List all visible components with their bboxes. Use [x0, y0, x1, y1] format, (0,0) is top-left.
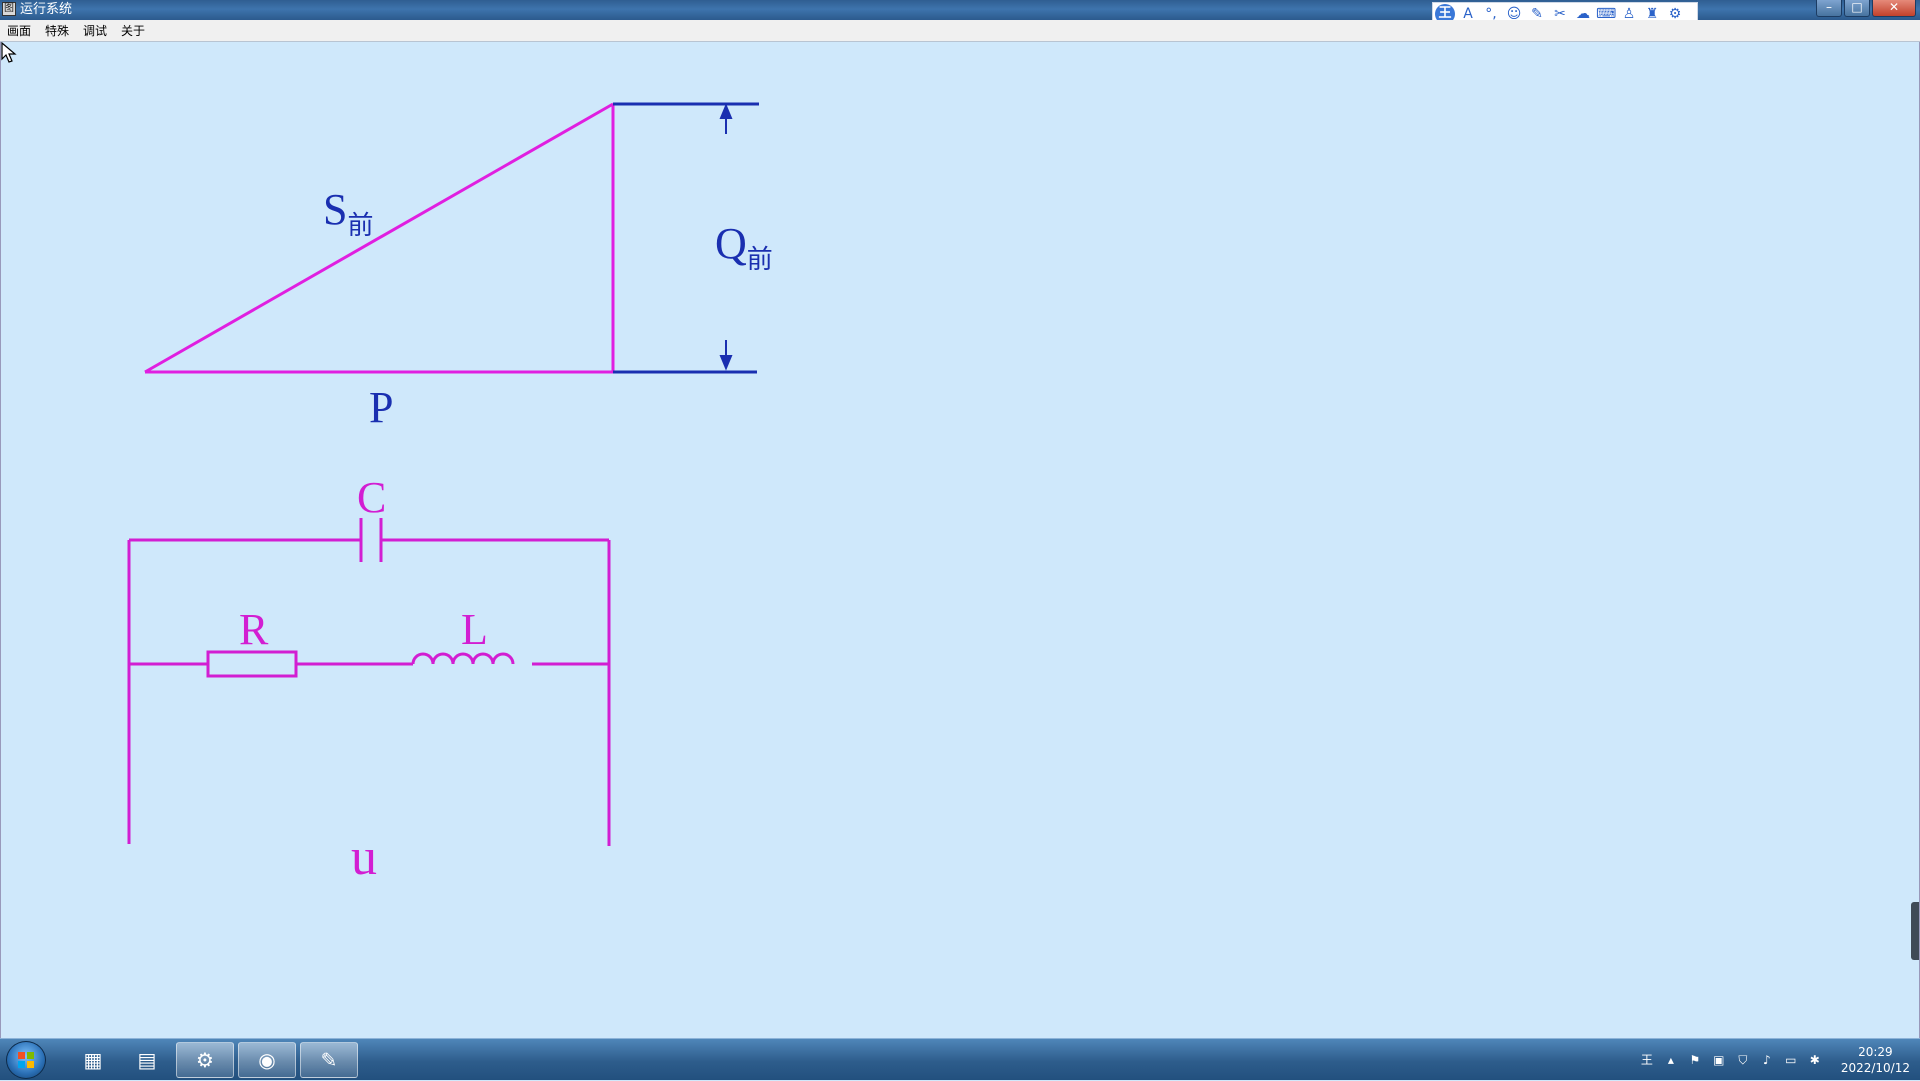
network-icon[interactable]: ▭ — [1783, 1052, 1799, 1068]
volume-icon[interactable]: ♪ — [1759, 1052, 1775, 1068]
start-button[interactable] — [6, 1041, 46, 1079]
label-q: Q — [715, 219, 747, 268]
menu-item-debug[interactable]: 调试 — [76, 21, 114, 41]
label-q-sub: 前 — [746, 245, 773, 275]
power-triangle — [144, 102, 759, 374]
label-c: C — [357, 473, 387, 522]
clock[interactable]: 20:29 2022/10/12 — [1841, 1044, 1910, 1076]
label-s-front: S前 — [323, 185, 374, 240]
clock-time: 20:29 — [1858, 1045, 1893, 1059]
label-r: R — [239, 605, 269, 654]
menu-item-screen[interactable]: 画面 — [0, 21, 38, 41]
label-u: u — [351, 829, 377, 886]
diagram-svg — [127, 102, 759, 846]
app-grid-icon[interactable]: ▦ — [64, 1042, 122, 1078]
label-p: P — [369, 383, 394, 432]
monitor-icon[interactable]: ▣ — [1711, 1052, 1727, 1068]
system-tray: 王 ▴ ⚑ ▣ ⛉ ♪ ▭ ✱ 20:29 2022/10/12 — [1639, 1039, 1910, 1081]
minimize-button[interactable]: – — [1816, 0, 1842, 17]
rlc-circuit — [127, 518, 611, 846]
arrow-down-head — [719, 355, 733, 371]
inductor-coil — [411, 652, 515, 665]
mouse-cursor-icon — [1, 42, 17, 63]
shield-icon[interactable]: ⛉ — [1735, 1052, 1751, 1068]
tray-expand-icon[interactable]: ▴ — [1663, 1052, 1679, 1068]
window-title: 运行系统 — [20, 2, 73, 17]
flag-icon[interactable]: ⚑ — [1687, 1052, 1703, 1068]
config-icon[interactable]: ⚙ — [176, 1042, 234, 1078]
label-l: L — [461, 605, 488, 654]
clock-date: 2022/10/12 — [1840, 1061, 1910, 1075]
close-button[interactable]: ✕ — [1872, 0, 1916, 17]
report-icon[interactable]: ▤ — [118, 1042, 176, 1078]
taskbar: ▦ ▤ ⚙ ◉ ✎ 王 ▴ ⚑ ▣ ⛉ ♪ ▭ ✱ 20:29 2022/10/… — [0, 1038, 1920, 1080]
menu-item-special[interactable]: 特殊 — [38, 21, 76, 41]
paint-icon[interactable]: ✎ — [300, 1042, 358, 1078]
title-bar: 图 运行系统 王 A °, ☺ ✎ ✂ ☁ ⌨ ♙ ♜ ⚙ – □ ✕ — [0, 0, 1920, 26]
drawing-canvas: S前 P Q前 C R L u — [0, 42, 1920, 1038]
side-scroll-handle[interactable] — [1911, 902, 1919, 960]
maximize-button[interactable]: □ — [1844, 0, 1870, 17]
triangle-hypotenuse-line — [144, 102, 614, 374]
label-s-sub: 前 — [347, 211, 374, 241]
window-controls: – □ ✕ — [1816, 0, 1916, 17]
arrow-up-head — [719, 103, 733, 119]
security-alert-icon[interactable]: ✱ — [1807, 1052, 1823, 1068]
label-q-front: Q前 — [715, 219, 773, 274]
app-icon: 图 — [2, 2, 16, 16]
ime-tray-icon[interactable]: 王 — [1639, 1052, 1655, 1068]
label-s: S — [323, 185, 348, 234]
menu-item-about[interactable]: 关于 — [114, 21, 152, 41]
runtime-eye-icon[interactable]: ◉ — [238, 1042, 296, 1078]
menu-bar: 画面 特殊 调试 关于 — [0, 20, 1920, 42]
resistor — [206, 650, 298, 678]
